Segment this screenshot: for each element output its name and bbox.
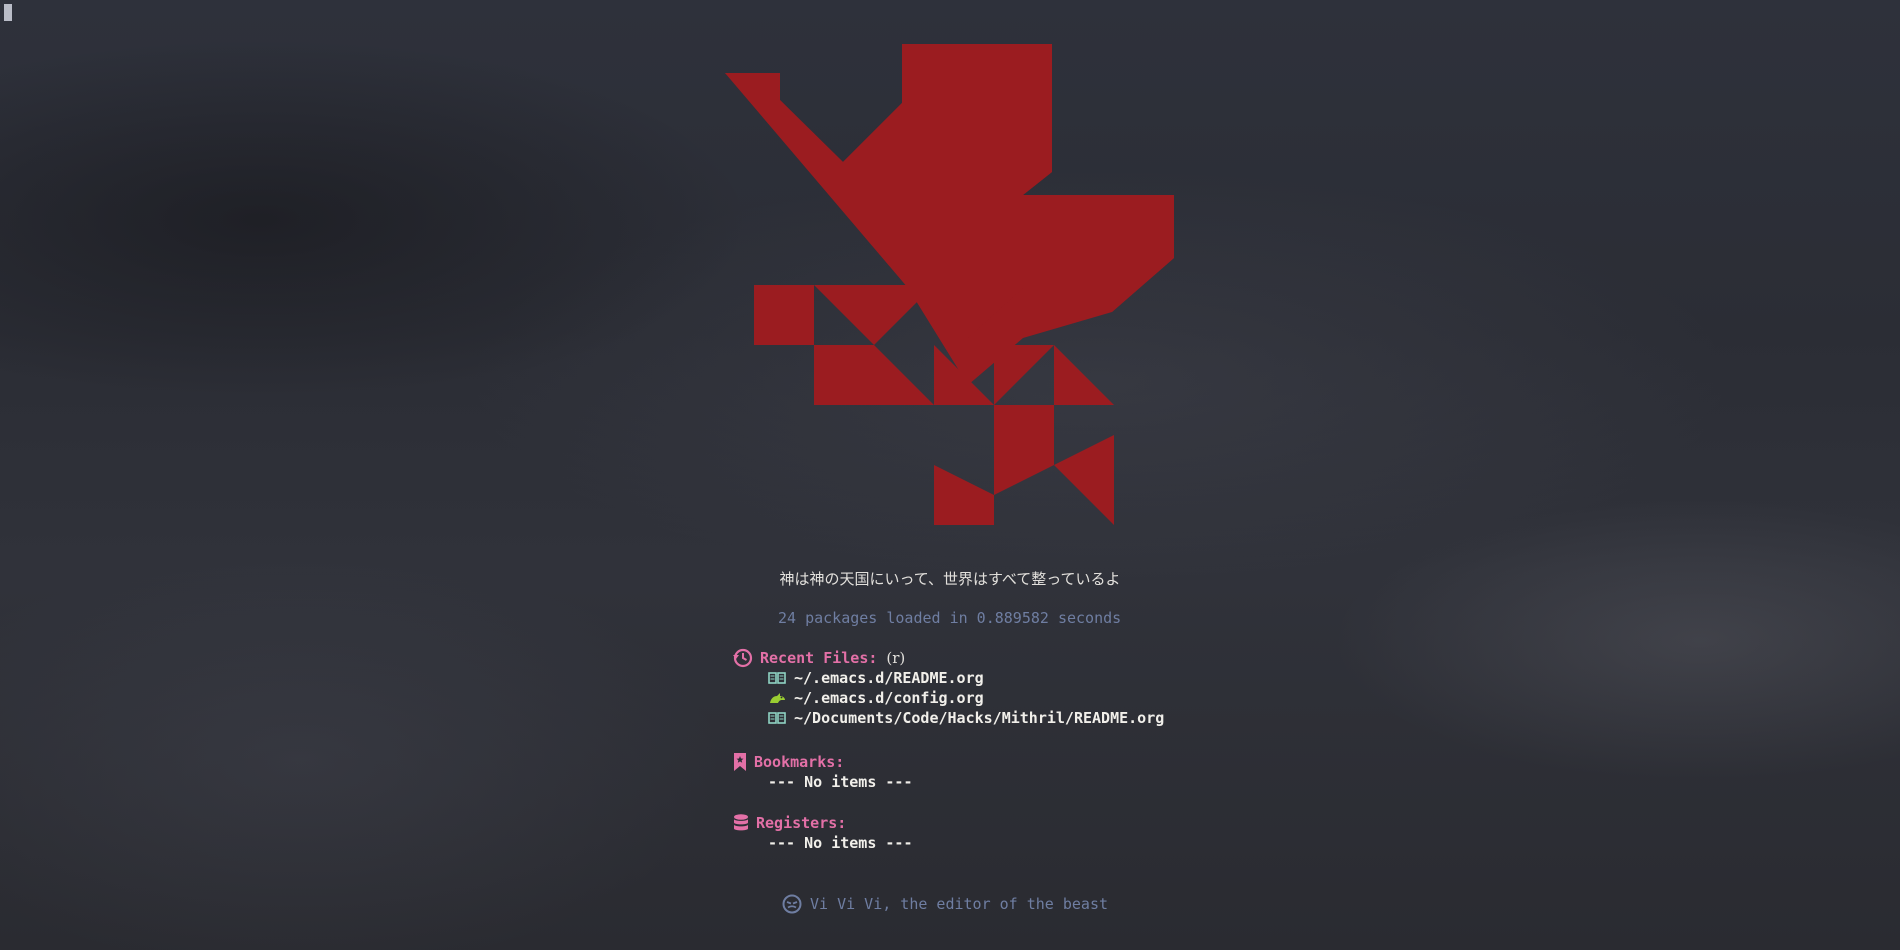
recent-file-item[interactable]: ~/.emacs.d/config.org [768, 688, 1164, 708]
recent-file-item[interactable]: ~/Documents/Code/Hacks/Mithril/README.or… [768, 708, 1164, 728]
recent-file-item[interactable]: ~/.emacs.d/README.org [768, 668, 1164, 688]
book-icon [768, 711, 786, 725]
bookmarks-title: Bookmarks: [754, 753, 845, 771]
unicorn-icon [768, 691, 786, 705]
recent-file-path: ~/.emacs.d/config.org [794, 689, 984, 707]
history-icon [732, 648, 754, 668]
nerv-logo [725, 44, 1174, 525]
bookmarks-empty: --- No items --- [768, 773, 913, 791]
recent-files-header[interactable]: Recent Files: (r) [732, 648, 1164, 668]
recent-files-shortcut: (r) [886, 649, 906, 667]
load-message: 24 packages loaded in 0.889582 seconds [778, 609, 1122, 627]
registers-title: Registers: [756, 814, 847, 832]
footer: Vi Vi Vi, the editor of the beast [782, 894, 1108, 914]
recent-files-section: Recent Files: (r) ~/.emacs.d/README.org … [732, 648, 1164, 728]
registers-section: Registers: --- No items --- [732, 813, 913, 853]
bookmarks-header[interactable]: Bookmarks: [732, 752, 913, 772]
database-icon [732, 813, 750, 833]
registers-empty: --- No items --- [768, 834, 913, 852]
book-icon [768, 671, 786, 685]
tagline: 神は神の天国にいって、世界はすべて整っているよ [779, 570, 1121, 588]
recent-file-path: ~/.emacs.d/README.org [794, 669, 984, 687]
text-cursor [4, 4, 12, 21]
recent-files-title: Recent Files: [760, 649, 878, 667]
bookmarks-section: Bookmarks: --- No items --- [732, 752, 913, 792]
registers-header[interactable]: Registers: [732, 813, 913, 833]
bookmark-icon [732, 752, 748, 772]
footer-text: Vi Vi Vi, the editor of the beast [810, 895, 1109, 913]
evil-icon [782, 894, 802, 914]
recent-file-path: ~/Documents/Code/Hacks/Mithril/README.or… [794, 709, 1165, 727]
